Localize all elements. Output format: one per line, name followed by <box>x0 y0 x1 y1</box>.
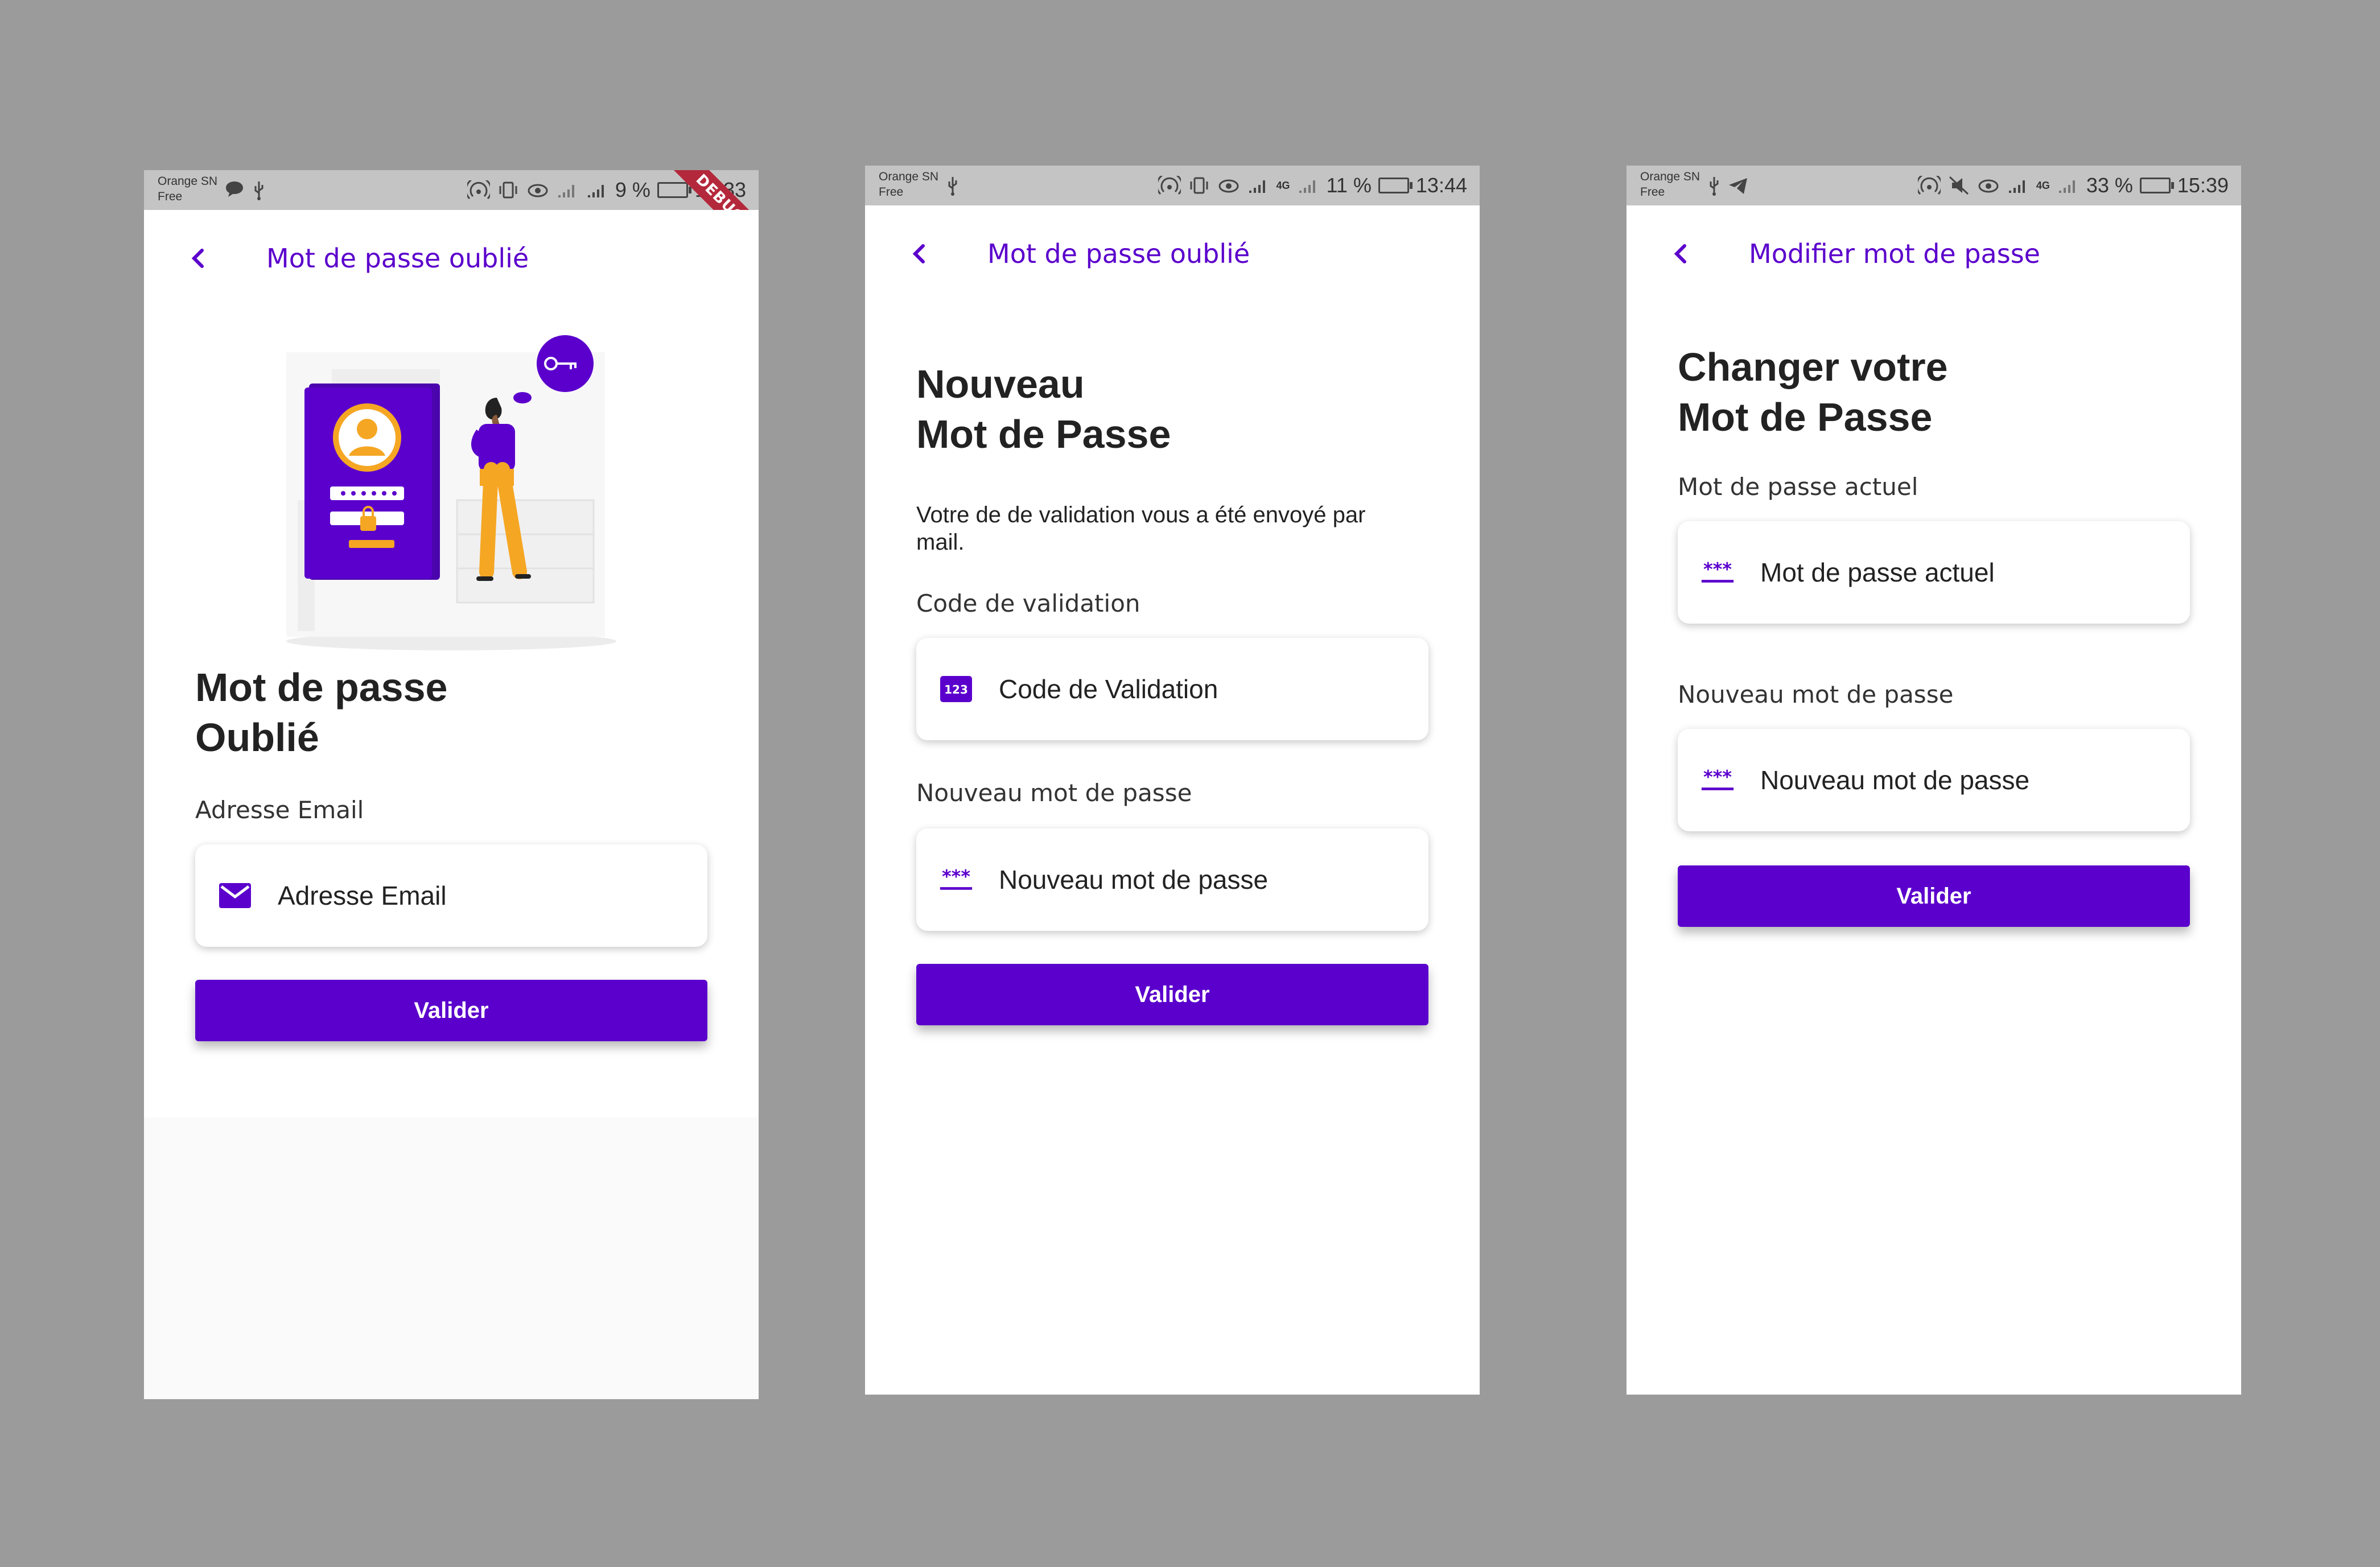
email-label: Adresse Email <box>195 796 364 824</box>
signal-icon <box>1299 180 1315 193</box>
signal-icon <box>1249 180 1265 193</box>
status-right: 4G 33 % 15:39 <box>1917 174 2229 197</box>
password-icon: *** <box>939 864 973 896</box>
current-password-label: Mot de passe actuel <box>1678 473 1918 501</box>
screen-change-password: Orange SN Free 4G 33 % 15:39 Modifier mo… <box>1627 166 2241 1395</box>
mute-icon <box>1949 176 1969 195</box>
usb-icon <box>948 177 957 196</box>
usb-icon <box>1710 177 1719 196</box>
chevron-left-icon <box>1674 244 1686 263</box>
svg-text:***: *** <box>1703 766 1732 788</box>
app-bar-title: Modifier mot de passe <box>1749 238 2040 269</box>
carrier-name: Orange SN Free <box>158 175 218 203</box>
chevron-left-icon <box>912 244 925 263</box>
chat-bubble-icon <box>226 182 243 197</box>
app-bar-title: Mot de passe oublié <box>266 243 529 274</box>
battery-percent: 9 % <box>615 178 650 201</box>
current-password-field[interactable]: *** <box>1678 521 2190 624</box>
usb-icon <box>254 182 263 200</box>
app-bar-title: Mot de passe oublié <box>987 238 1250 269</box>
eye-icon <box>1978 179 1999 193</box>
page-heading: Nouveau Mot de Passe <box>916 362 1171 456</box>
battery-percent: 33 % <box>2086 174 2133 197</box>
eye-icon <box>528 184 548 197</box>
submit-button[interactable]: Valider <box>1678 865 2190 927</box>
info-text: Votre de de validation vous a été envoyé… <box>916 502 1366 555</box>
app-bar: Modifier mot de passe <box>1627 205 2241 302</box>
hotspot-icon <box>1158 176 1181 195</box>
signal-icon <box>2058 180 2075 193</box>
chevron-left-icon <box>191 249 204 268</box>
status-bar: Orange SN Free 4G 11 % 13:44 <box>865 166 1480 205</box>
status-bar: Orange SN Free 9 % 12:33 <box>144 170 759 210</box>
submit-button[interactable]: Valider <box>916 964 1428 1025</box>
main-content: Mot de passe Oublié Adresse Email Valide… <box>144 307 759 1117</box>
new-password-label: Nouveau mot de passe <box>916 779 1192 807</box>
clock: 15:39 <box>2177 174 2229 197</box>
page-heading: Changer votre Mot de Passe <box>1678 345 1948 439</box>
back-button[interactable] <box>1661 234 1700 274</box>
screen-new-password: Orange SN Free 4G 11 % 13:44 Mot de pass… <box>865 166 1480 1395</box>
app-bar: Mot de passe oublié <box>865 205 1480 302</box>
status-right: 4G 11 % 13:44 <box>1158 174 1467 197</box>
svg-text:123: 123 <box>944 683 968 696</box>
carrier-name: Orange SN Free <box>879 170 939 199</box>
signal-icon <box>558 185 574 197</box>
numeric-123-icon: 123 <box>939 673 973 705</box>
main-content: Nouveau Mot de Passe Votre de de validat… <box>865 302 1480 1395</box>
code-label: Code de validation <box>916 589 1140 617</box>
battery-icon <box>657 182 691 198</box>
hotspot-icon <box>467 180 490 200</box>
back-button[interactable] <box>899 234 939 274</box>
mail-icon <box>218 880 252 912</box>
new-password-field[interactable]: *** <box>916 828 1428 931</box>
svg-text:***: *** <box>1703 559 1732 580</box>
password-icon: *** <box>1700 556 1735 588</box>
new-password-label: Nouveau mot de passe <box>1678 681 1954 708</box>
signal-icon <box>587 185 604 197</box>
screen-forgot-password: Orange SN Free 9 % 12:33 DEBUG Mot de pa… <box>144 170 759 1399</box>
validation-code-field[interactable]: 123 <box>916 638 1428 740</box>
battery-icon <box>1378 178 1413 193</box>
carrier-name: Orange SN Free <box>1640 170 1700 199</box>
current-password-input[interactable] <box>1760 521 2159 624</box>
battery-percent: 11 % <box>1326 174 1372 197</box>
svg-text:***: *** <box>942 866 970 888</box>
validation-code-input[interactable] <box>999 638 1397 740</box>
new-password-input[interactable] <box>1760 729 2159 831</box>
vibrate-icon <box>499 182 517 199</box>
submit-button[interactable]: Valider <box>195 980 707 1041</box>
network-type: 4G <box>1276 179 1290 191</box>
clock: 13:44 <box>1415 174 1467 197</box>
main-content: Changer votre Mot de Passe Mot de passe … <box>1627 302 2241 1395</box>
new-password-input[interactable] <box>999 828 1397 931</box>
battery-icon <box>2139 178 2174 193</box>
password-icon: *** <box>1700 764 1735 796</box>
status-bar: Orange SN Free 4G 33 % 15:39 <box>1627 166 2241 205</box>
new-password-field[interactable]: *** <box>1678 729 2190 831</box>
email-field[interactable] <box>195 844 707 947</box>
app-bar: Mot de passe oublié <box>144 210 759 307</box>
vibrate-icon <box>1190 177 1208 194</box>
eye-icon <box>1218 179 1238 193</box>
back-button[interactable] <box>178 238 218 278</box>
page-heading: Mot de passe Oublié <box>195 665 448 760</box>
network-type: 4G <box>2036 179 2050 191</box>
signal-icon <box>2008 180 2025 193</box>
hotspot-icon <box>1917 176 1941 195</box>
telegram-icon <box>1729 178 1747 194</box>
email-input[interactable] <box>278 844 676 947</box>
forgot-password-illustration <box>286 335 616 650</box>
